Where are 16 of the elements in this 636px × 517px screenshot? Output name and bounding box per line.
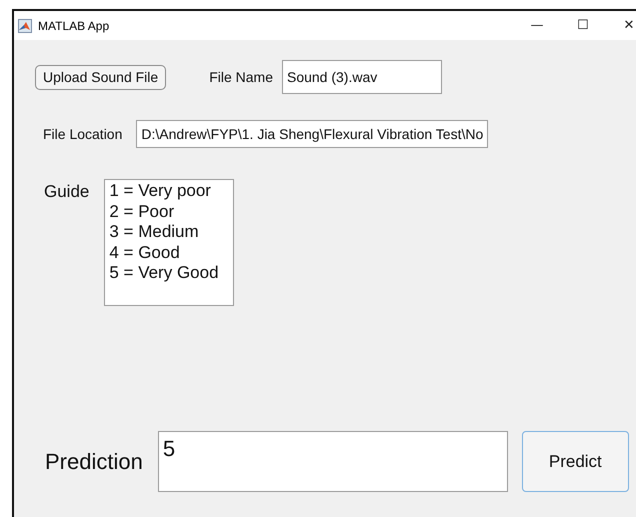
guide-label: Guide — [44, 182, 90, 202]
file-name-field[interactable]: Sound (3).wav — [282, 60, 442, 94]
guide-item: 3 = Medium — [109, 222, 200, 242]
file-location-field[interactable]: D:\Andrew\FYP\1. Jia Sheng\Flexural Vibration Test\No — [136, 120, 488, 148]
file-name-label: File Name — [209, 69, 273, 85]
guide-item: 4 = Good — [109, 242, 181, 263]
prediction-label: Prediction — [45, 448, 143, 474]
upload-button[interactable]: Upload Sound File — [35, 64, 166, 90]
prediction-field[interactable]: 5 — [158, 431, 508, 492]
window-title: MATLAB App — [38, 18, 110, 32]
file-location-label: File Location — [43, 126, 122, 142]
guide-item: 5 = Very Good — [109, 263, 220, 284]
app-logo-icon — [18, 18, 32, 32]
predict-button[interactable]: Predict — [522, 431, 629, 492]
guide-item: 2 = Poor — [109, 202, 176, 222]
guide-item: 1 = Very poor — [109, 181, 212, 202]
